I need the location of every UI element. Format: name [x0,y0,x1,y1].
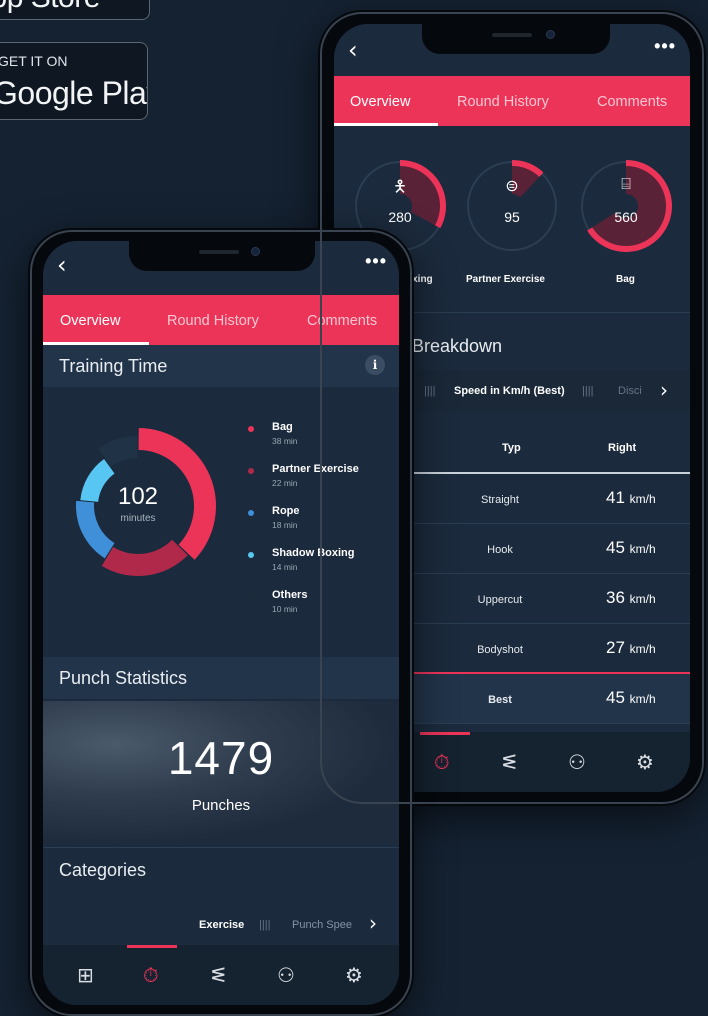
shadow-boxing-icon: 🯅 [392,177,408,196]
row-type: Uppercut [477,594,523,606]
categories-selector[interactable]: Exercise |||| Punch Spee › [43,909,399,945]
back-chevron-icon[interactable]: ‹ [348,36,358,64]
row-type: Straight [481,494,519,506]
tab-overview[interactable]: Overview [350,94,410,110]
more-icon[interactable]: ••• [365,251,387,272]
tab-round-history[interactable]: Round History [457,94,549,110]
separator: |||| [424,385,436,397]
ring-label: Partner Exercise [466,274,545,285]
google-play-text: Google Play [0,75,147,111]
bag-icon: ⌸ [621,174,631,193]
notch [422,24,610,54]
front-bottom-nav: ⊞ ⏱ ᓬ ⚇ ⚙ [43,945,399,1005]
ring-label: Bag [616,274,635,285]
front-screen: ‹ ••• Overview Round History Comments Tr… [43,241,399,1005]
ring-value: 280 [388,209,412,225]
settings-icon[interactable]: ⚙ [345,963,363,987]
info-icon[interactable]: i [365,355,385,375]
row-value: 36 km/h [606,588,656,607]
grid-icon[interactable]: ⊞ [77,963,94,987]
row-value: 45 km/h [606,538,656,557]
boxer-icon[interactable]: ᓬ [211,963,226,987]
table-row[interactable]: Straight 41 km/h [414,474,690,524]
separator: |||| [582,385,594,397]
table-row-best[interactable]: Best 45 km/h [414,674,690,724]
tab-round-history[interactable]: Round History [167,313,259,329]
app-store-badge[interactable]: App Store [0,0,150,20]
tab-indicator [334,123,438,126]
back-tabs: Overview Round History Comments [334,76,690,126]
chevron-right-icon[interactable]: › [660,378,668,402]
training-donut: 102 minutes [53,421,223,591]
category-selected[interactable]: Exercise [199,919,244,931]
table-row[interactable]: Uppercut 36 km/h [414,574,690,624]
minutes-label: minutes [120,513,156,524]
more-icon[interactable]: ••• [654,36,676,57]
separator: |||| [259,919,271,931]
stopwatch-icon[interactable]: ⏱ [434,750,450,774]
ring-value: 560 [614,209,638,225]
tab-comments[interactable]: Comments [307,313,377,329]
google-play-small-text: GET IT ON [0,53,68,69]
punch-count: 1479 [167,732,275,784]
training-time-title: Training Time [59,356,168,376]
breakdown-title: Breakdown [412,336,503,356]
ring-value: 95 [504,209,520,225]
row-type: Bodyshot [477,644,523,656]
total-minutes: 102 [117,483,159,510]
back-chevron-icon[interactable]: ‹ [57,251,67,279]
punch-statistics-title: Punch Statistics [59,668,188,688]
team-icon[interactable]: ⚇ [568,750,586,774]
category-next[interactable]: Punch Spee [292,919,352,931]
stopwatch-icon[interactable]: ⏱ [143,963,159,987]
row-type: Best [488,694,512,706]
notch [129,241,315,271]
table-row[interactable]: Hook 45 km/h [414,524,690,574]
punch-statistics-header: Punch Statistics [43,657,399,699]
row-value: 45 km/h [606,688,656,707]
punch-statistics-panel: 1479 Punches [43,701,399,845]
breakdown-selected[interactable]: Speed in Km/h (Best) [454,385,565,397]
settings-icon[interactable]: ⚙ [636,750,654,774]
nav-indicator [420,732,470,735]
breakdown-next[interactable]: Disci [618,385,642,397]
tab-overview[interactable]: Overview [60,313,120,329]
breakdown-table: Straight 41 km/h Hook 45 km/h Uppercut 3… [414,474,690,724]
row-type: Hook [487,544,513,556]
training-time-header: Training Time i [43,345,399,387]
tab-comments[interactable]: Comments [597,94,667,110]
boxer-icon[interactable]: ᓬ [502,750,517,774]
phone-front: ‹ ••• Overview Round History Comments Tr… [28,228,414,1016]
nav-indicator [127,945,177,948]
categories-title: Categories [59,860,147,880]
google-play-badge[interactable]: GET IT ON Google Play [0,42,148,120]
team-icon[interactable]: ⚇ [277,963,295,987]
categories-header: Categories [43,847,399,893]
col-type: Typ [502,442,521,454]
col-right: Right [608,442,637,454]
app-store-text: App Store [0,0,100,15]
row-value: 41 km/h [606,488,656,507]
chevron-right-icon[interactable]: › [369,911,377,935]
table-row[interactable]: Bodyshot 27 km/h [414,624,690,674]
row-value: 27 km/h [606,638,656,657]
pad-icon: ⊜ [505,176,519,195]
punch-unit: Punches [191,797,251,814]
front-tabs: Overview Round History Comments [43,295,399,345]
